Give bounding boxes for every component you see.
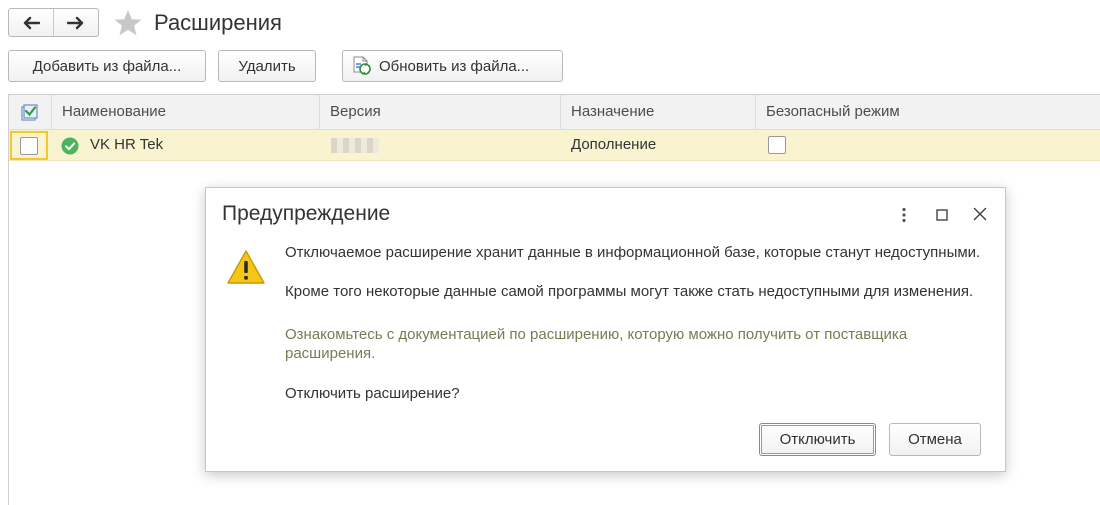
update-from-file-button[interactable]: Обновить из файла... xyxy=(342,50,563,82)
dialog-message-1: Отключаемое расширение хранит данные в и… xyxy=(285,244,981,261)
add-from-file-label: Добавить из файла... xyxy=(32,57,182,75)
extension-purpose: Дополнение xyxy=(571,136,657,153)
dialog-message-2: Кроме того некоторые данные самой програ… xyxy=(285,283,974,300)
cancel-button[interactable]: Отмена xyxy=(889,423,981,456)
dialog-title: Предупреждение xyxy=(222,202,391,225)
column-header-version[interactable]: Версия xyxy=(320,95,561,130)
add-from-file-button[interactable]: Добавить из файла... xyxy=(8,50,206,82)
warning-icon xyxy=(227,250,265,284)
table-row[interactable]: VK HR Tek Дополнение xyxy=(9,130,1100,161)
active-cell[interactable] xyxy=(10,131,48,160)
close-icon[interactable] xyxy=(973,207,987,221)
column-header-name[interactable]: Наименование xyxy=(52,95,320,130)
safe-mode-checkbox[interactable] xyxy=(768,136,786,154)
table-header: Наименование Версия Назначение Безопасны… xyxy=(9,95,1100,130)
warning-dialog: Предупреждение Отключаемое расширение хр… xyxy=(205,187,1006,472)
active-checkbox[interactable] xyxy=(20,137,38,155)
disable-button[interactable]: Отключить xyxy=(759,423,876,456)
star-icon[interactable] xyxy=(113,9,143,37)
nav-buttons xyxy=(8,8,99,37)
header-select-all[interactable] xyxy=(9,95,52,130)
extension-name: VK HR Tek xyxy=(90,136,164,153)
page-title: Расширения xyxy=(154,10,282,35)
update-file-icon xyxy=(353,56,371,75)
delete-button[interactable]: Удалить xyxy=(218,50,316,82)
cancel-button-label: Отмена xyxy=(908,431,962,448)
arrow-right-icon xyxy=(67,16,84,29)
maximize-icon[interactable] xyxy=(936,209,948,221)
check-circle-icon xyxy=(61,137,79,155)
back-button[interactable] xyxy=(9,9,53,36)
delete-label: Удалить xyxy=(238,57,296,75)
checkbox-checked-icon xyxy=(21,104,38,121)
disable-button-label: Отключить xyxy=(779,431,856,448)
version-blurred xyxy=(331,138,379,153)
column-header-safe-mode[interactable]: Безопасный режим xyxy=(756,95,1100,130)
column-header-purpose[interactable]: Назначение xyxy=(561,95,756,130)
dialog-question: Отключить расширение? xyxy=(285,385,460,402)
forward-button[interactable] xyxy=(53,9,98,36)
dialog-hint: Ознакомьтесь с документацией по расширен… xyxy=(285,326,908,362)
arrow-left-icon xyxy=(23,16,40,29)
more-options-icon[interactable] xyxy=(898,207,910,223)
update-from-file-label: Обновить из файла... xyxy=(379,57,530,75)
